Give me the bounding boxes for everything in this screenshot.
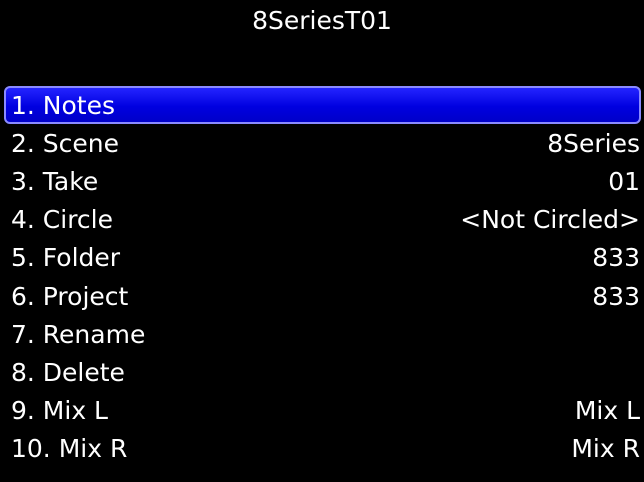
menu-item-label: 3. Take (11, 166, 99, 196)
menu-item-value: Mix R (571, 434, 640, 464)
menu-item-value: <Not Circled> (460, 205, 640, 235)
recorder-screen: 8SeriesT01 1. Notes 2. Scene 8Series 3. … (0, 0, 644, 482)
menu-item-scene[interactable]: 2. Scene 8Series (0, 124, 644, 162)
menu-item-label: 5. Folder (11, 243, 121, 273)
menu-item-label: 9. Mix L (11, 396, 108, 426)
menu-item-label: 4. Circle (11, 205, 114, 235)
menu-item-value: 01 (608, 166, 640, 196)
menu-item-notes[interactable]: 1. Notes (4, 86, 641, 125)
menu-item-mix-l[interactable]: 9. Mix L Mix L (0, 392, 644, 430)
menu-item-label: 2. Scene (11, 128, 120, 158)
menu-item-take[interactable]: 3. Take 01 (0, 162, 644, 200)
menu-item-project[interactable]: 6. Project 833 (0, 277, 644, 315)
take-menu: 1. Notes 2. Scene 8Series 3. Take 01 4. … (0, 86, 644, 468)
menu-item-folder[interactable]: 5. Folder 833 (0, 239, 644, 277)
menu-item-delete[interactable]: 8. Delete (0, 353, 644, 391)
menu-item-rename[interactable]: 7. Rename (0, 315, 644, 353)
menu-item-value: Mix L (574, 396, 640, 426)
menu-item-value: 8Series (547, 128, 640, 158)
menu-item-value: 833 (592, 281, 640, 311)
menu-item-label: 7. Rename (11, 319, 146, 349)
menu-item-label: 8. Delete (11, 357, 125, 387)
menu-item-value: 833 (592, 243, 640, 273)
menu-item-mix-r[interactable]: 10. Mix R Mix R (0, 430, 644, 468)
menu-item-label: 1. Notes (11, 90, 116, 120)
menu-item-label: 6. Project (11, 281, 129, 311)
take-title: 8SeriesT01 (252, 6, 392, 35)
menu-item-circle[interactable]: 4. Circle <Not Circled> (0, 201, 644, 239)
menu-item-label: 10. Mix R (11, 434, 128, 464)
